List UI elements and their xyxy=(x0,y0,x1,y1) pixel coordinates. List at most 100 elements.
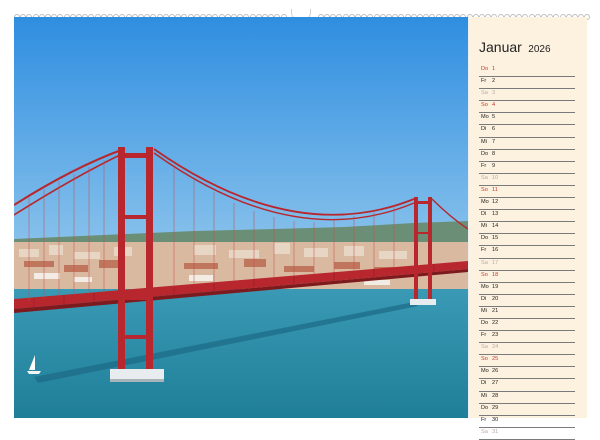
day-row: Sa 24 xyxy=(479,343,575,356)
bridge-photo xyxy=(14,17,468,418)
day-row: Mo 12 xyxy=(479,198,575,211)
day-row: Fr 2 xyxy=(479,77,575,90)
day-number: 10 xyxy=(492,174,499,181)
day-row: Mi 21 xyxy=(479,307,575,319)
day-row: Di 13 xyxy=(479,210,575,223)
weekday-label: Fr xyxy=(481,162,487,169)
month-title: Januar 2026 xyxy=(479,39,551,57)
day-number: 20 xyxy=(492,295,499,302)
weekday-label: Di xyxy=(481,380,487,387)
day-number: 3 xyxy=(492,90,496,97)
day-number: 19 xyxy=(492,283,499,290)
day-number: 4 xyxy=(492,102,496,109)
day-number: 24 xyxy=(492,344,499,351)
calendar-panel: Januar 2026 Do 1 Fr 2 Sa 3 So 4 Mo 5 Di 6 Mi 7 Do 8 Fr 9 S… xyxy=(468,17,587,440)
weekday-label: So xyxy=(481,102,488,109)
weekday-label: Sa xyxy=(481,428,488,435)
weekday-label: Mo xyxy=(481,199,489,206)
day-number: 7 xyxy=(492,138,496,145)
day-row: Di 6 xyxy=(479,125,575,138)
day-row: Mo 5 xyxy=(479,113,575,126)
day-number: 1 xyxy=(492,66,496,72)
day-number: 17 xyxy=(492,259,499,266)
weekday-label: Mo xyxy=(481,368,489,375)
weekday-label: Do xyxy=(481,404,489,411)
weekday-label: Mi xyxy=(481,138,487,145)
day-number: 30 xyxy=(492,416,499,423)
weekday-label: Fr xyxy=(481,78,487,85)
weekday-label: Mo xyxy=(481,114,489,121)
day-number: 28 xyxy=(492,392,499,399)
day-row: So 4 xyxy=(479,101,575,114)
day-row: Mi 7 xyxy=(479,138,575,150)
weekday-label: Mi xyxy=(481,392,487,399)
day-number: 25 xyxy=(492,356,499,363)
day-row: Do 22 xyxy=(479,319,575,332)
day-row: Mi 28 xyxy=(479,392,575,404)
weekday-label: Sa xyxy=(481,259,488,266)
day-number: 14 xyxy=(492,223,499,230)
day-number: 13 xyxy=(492,211,499,218)
day-number: 5 xyxy=(492,114,496,121)
weekday-label: Do xyxy=(481,319,489,326)
day-row: So 11 xyxy=(479,186,575,199)
day-number: 8 xyxy=(492,150,496,157)
day-number: 22 xyxy=(492,319,499,326)
weekday-label: Di xyxy=(481,126,487,133)
weekday-label: Sa xyxy=(481,174,488,181)
day-row: Mi 14 xyxy=(479,222,575,235)
day-row: Fr 16 xyxy=(479,246,575,259)
day-number: 31 xyxy=(492,428,499,435)
day-number: 29 xyxy=(492,404,499,411)
calendar-page: Januar 2026 Do 1 Fr 2 Sa 3 So 4 Mo 5 Di 6 Mi 7 Do 8 Fr 9 S… xyxy=(0,0,600,440)
day-number: 27 xyxy=(492,380,499,387)
day-row: Sa 31 xyxy=(479,428,575,440)
day-number: 26 xyxy=(492,368,499,375)
day-number: 16 xyxy=(492,247,499,254)
day-row: Mo 19 xyxy=(479,283,575,295)
weekday-label: Do xyxy=(481,66,489,72)
day-number: 23 xyxy=(492,332,499,339)
weekday-label: Mi xyxy=(481,307,487,314)
weekday-label: Di xyxy=(481,211,487,218)
weekday-label: Di xyxy=(481,295,487,302)
day-row: So 18 xyxy=(479,271,575,283)
day-row: Do 8 xyxy=(479,150,575,162)
day-row: Mo 26 xyxy=(479,367,575,380)
day-number: 11 xyxy=(492,186,498,193)
day-number: 21 xyxy=(492,307,499,314)
day-row: Fr 30 xyxy=(479,416,575,428)
weekday-label: Mo xyxy=(481,283,489,290)
weekday-label: So xyxy=(481,186,488,193)
weekday-label: Fr xyxy=(481,247,487,254)
weekday-label: So xyxy=(481,271,488,278)
day-row: Do 29 xyxy=(479,404,575,416)
day-list: Do 1 Fr 2 Sa 3 So 4 Mo 5 Di 6 Mi 7 Do 8 Fr 9 Sa 10 So 11 Mo 12 D… xyxy=(479,65,575,440)
year: 2026 xyxy=(528,44,551,55)
day-number: 9 xyxy=(492,162,496,169)
weekday-label: Fr xyxy=(481,332,487,339)
day-row: Di 27 xyxy=(479,379,575,392)
day-row: Do 1 xyxy=(479,65,575,78)
day-row: Di 20 xyxy=(479,295,575,307)
weekday-label: Sa xyxy=(481,90,488,97)
month-name: Januar xyxy=(479,39,522,55)
weekday-label: Do xyxy=(481,150,489,157)
day-number: 12 xyxy=(492,199,499,206)
weekday-label: So xyxy=(481,356,488,363)
day-number: 2 xyxy=(492,78,496,85)
day-row: Fr 23 xyxy=(479,331,575,344)
suspension-bridge-illustration xyxy=(14,17,468,418)
day-row: Sa 3 xyxy=(479,89,575,102)
day-row: So 25 xyxy=(479,355,575,368)
day-number: 15 xyxy=(492,235,499,242)
weekday-label: Mi xyxy=(481,223,487,230)
day-row: Sa 17 xyxy=(479,259,575,271)
day-number: 18 xyxy=(492,271,499,278)
day-number: 6 xyxy=(492,126,496,133)
day-row: Do 15 xyxy=(479,234,575,247)
weekday-label: Sa xyxy=(481,344,488,351)
day-row: Fr 9 xyxy=(479,162,575,174)
weekday-label: Do xyxy=(481,235,489,242)
day-row: Sa 10 xyxy=(479,174,575,186)
